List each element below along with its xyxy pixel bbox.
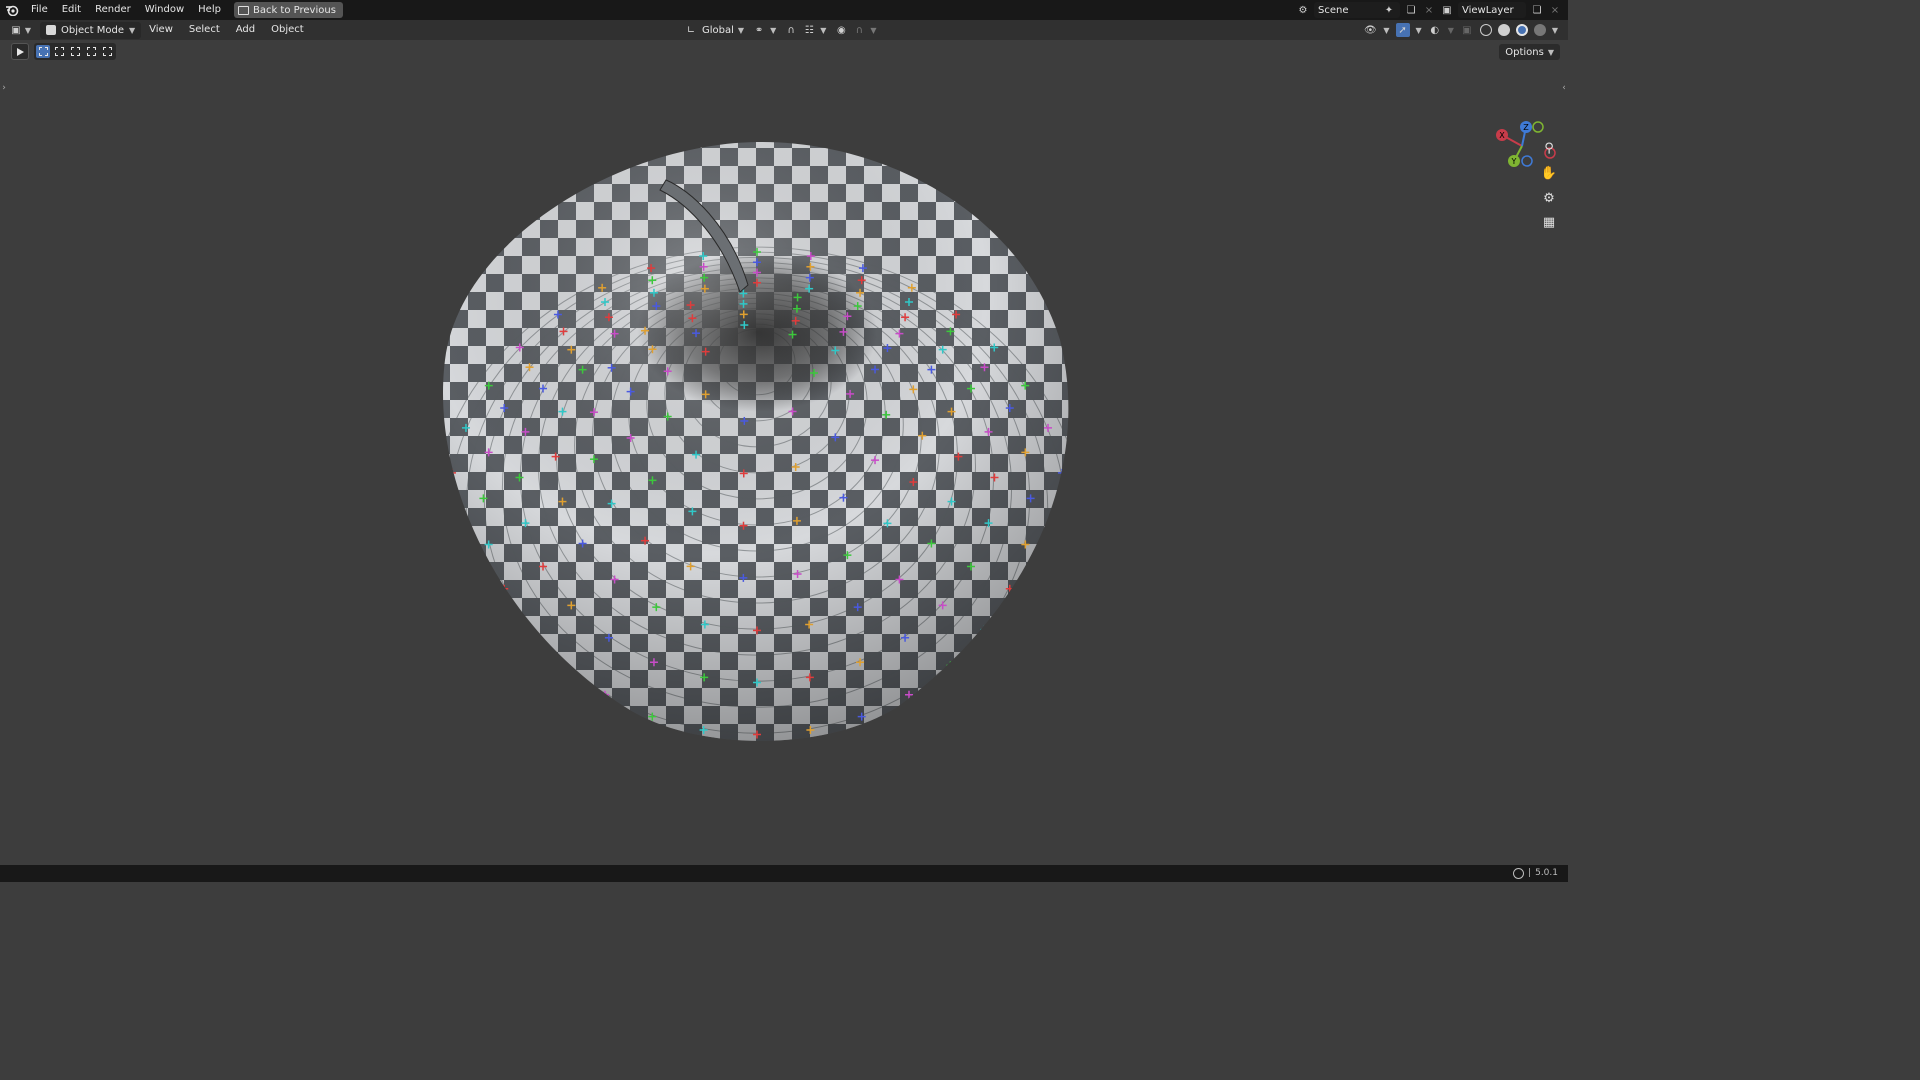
select-new-button[interactable] xyxy=(36,45,50,58)
overlays-icon[interactable]: ◐ xyxy=(1428,23,1442,37)
chevron-down-icon[interactable]: ▼ xyxy=(1448,26,1454,35)
viewport-editor-icon: ▣ xyxy=(11,24,21,36)
globe-icon xyxy=(1513,868,1525,879)
chevron-down-icon: ▼ xyxy=(870,25,877,35)
back-screen-icon xyxy=(237,5,249,15)
chevron-down-icon[interactable]: ▼ xyxy=(1416,26,1422,35)
gizmo-x-label: X xyxy=(1499,131,1505,140)
back-to-previous-label: Back to Previous xyxy=(252,4,336,16)
hand-icon[interactable]: ✋ xyxy=(1539,163,1559,183)
remove-scene-icon[interactable]: × xyxy=(1422,3,1436,17)
pivot-point-dropdown[interactable]: ⚭ ▼ xyxy=(752,23,776,37)
select-invert-button[interactable] xyxy=(84,45,98,58)
header-menu-object[interactable]: Object xyxy=(263,20,312,40)
rendered-shading-icon[interactable] xyxy=(1533,24,1546,36)
chevron-down-icon: ▼ xyxy=(737,25,745,35)
xray-toggle-icon[interactable]: ▣ xyxy=(1460,23,1474,37)
left-sidebar-toggle[interactable]: › xyxy=(0,80,8,96)
wireframe-shading-icon[interactable] xyxy=(1479,24,1492,36)
gizmo-neg-z[interactable] xyxy=(1521,155,1533,167)
header-menu-add[interactable]: Add xyxy=(228,20,263,40)
3d-viewport[interactable]: › ‹ X Z Y ⚲ ✋ ⚙ ▦ xyxy=(0,40,1568,865)
magnet-icon: ∩ xyxy=(787,24,795,36)
object-mode-dropdown[interactable]: Object Mode ▼ xyxy=(40,21,142,39)
chevron-down-icon: ▼ xyxy=(1547,47,1554,57)
transform-orientation-dropdown[interactable]: ∟ Global ▼ xyxy=(684,23,744,37)
select-tool-button[interactable] xyxy=(11,43,29,60)
back-to-previous-button[interactable]: Back to Previous xyxy=(233,2,343,18)
snap-target-icon: ☷ xyxy=(804,24,814,36)
scene-name: Scene xyxy=(1318,4,1349,16)
falloff-icon: ∩ xyxy=(855,24,864,36)
cursor-icon xyxy=(16,47,24,56)
version-info: | 5.0.1 xyxy=(1513,865,1558,882)
object-mode-icon xyxy=(46,25,56,35)
status-bar: | 5.0.1 xyxy=(0,865,1568,882)
select-extend-button[interactable] xyxy=(52,45,66,58)
blender-logo-icon[interactable] xyxy=(0,0,24,20)
tool-settings-bar: Options ▼ xyxy=(0,40,1568,64)
gizmo-z-label: Z xyxy=(1523,123,1529,132)
view-layer-field[interactable]: ViewLayer xyxy=(1458,2,1526,18)
view-layer-selector-icon[interactable]: ▣ xyxy=(1440,3,1454,17)
header-menu-view[interactable]: View xyxy=(141,20,181,40)
editor-type-selector[interactable]: ▣ ▼ xyxy=(2,21,38,39)
new-view-layer-icon[interactable]: ❏ xyxy=(1530,3,1544,17)
menu-render[interactable]: Render xyxy=(88,0,138,20)
select-subtract-button[interactable] xyxy=(68,45,82,58)
select-extend-icon xyxy=(54,47,64,56)
remove-view-layer-icon[interactable]: × xyxy=(1548,3,1562,17)
apple-mesh xyxy=(442,141,1069,741)
options-dropdown[interactable]: Options ▼ xyxy=(1499,44,1560,60)
grid-icon[interactable]: ▦ xyxy=(1539,212,1559,232)
gizmo-toggle-icon[interactable]: ➚ xyxy=(1395,23,1410,37)
select-new-icon xyxy=(38,47,48,56)
scene-selector-icon[interactable]: ⚙ xyxy=(1296,3,1310,17)
chevron-down-icon: ▼ xyxy=(24,25,32,35)
gizmo-neg-y[interactable] xyxy=(1532,121,1544,133)
object-mode-label: Object Mode xyxy=(61,24,124,36)
pin-icon[interactable]: ✦ xyxy=(1382,3,1396,17)
chevron-down-icon: ▼ xyxy=(129,25,136,35)
proportional-editing-toggle[interactable]: ◉ ∩ ▼ xyxy=(834,23,877,37)
view-layer-name: ViewLayer xyxy=(1462,4,1514,16)
snapping-toggle[interactable]: ∩ ☷ ▼ xyxy=(784,23,827,37)
chevron-down-icon[interactable]: ▼ xyxy=(1552,26,1558,35)
camera-icon[interactable]: ⚙ xyxy=(1539,188,1559,208)
material-shading-icon[interactable] xyxy=(1515,24,1528,36)
select-subtract-icon xyxy=(70,47,80,56)
select-intersect-icon xyxy=(102,47,112,56)
zoom-icon[interactable]: ⚲ xyxy=(1539,138,1559,158)
select-invert-icon xyxy=(86,47,96,56)
chevron-down-icon: ▼ xyxy=(820,25,827,35)
select-intersect-button[interactable] xyxy=(100,45,114,58)
new-scene-icon[interactable]: ❏ xyxy=(1404,3,1418,17)
menu-edit[interactable]: Edit xyxy=(55,0,88,20)
gizmo-y-label: Y xyxy=(1511,157,1517,166)
transform-orientation-label: Global xyxy=(702,24,734,36)
orientation-icon: ∟ xyxy=(686,24,696,36)
chevron-down-icon: ▼ xyxy=(770,25,777,35)
options-label: Options xyxy=(1505,46,1544,58)
version-label: 5.0.1 xyxy=(1535,868,1558,878)
menu-window[interactable]: Window xyxy=(138,0,191,20)
scene-field[interactable]: Scene ✦ xyxy=(1314,2,1400,18)
right-sidebar-toggle[interactable]: ‹ xyxy=(1560,80,1568,96)
separator: | xyxy=(1528,868,1532,878)
visibility-icon[interactable]: 👁 xyxy=(1363,23,1377,37)
solid-shading-icon[interactable] xyxy=(1497,24,1510,36)
selection-mode-group xyxy=(34,43,116,60)
menu-file[interactable]: File xyxy=(24,0,55,20)
menu-help[interactable]: Help xyxy=(191,0,228,20)
top-bar: File Edit Render Window Help Back to Pre… xyxy=(0,0,1568,20)
proportional-editing-icon: ◉ xyxy=(837,24,846,36)
header-menu-select[interactable]: Select xyxy=(181,20,228,40)
chevron-down-icon[interactable]: ▼ xyxy=(1383,26,1389,35)
viewport-header: ▣ ▼ Object Mode ▼ View Select Add Object… xyxy=(0,20,1568,40)
pivot-icon: ⚭ xyxy=(754,24,764,36)
